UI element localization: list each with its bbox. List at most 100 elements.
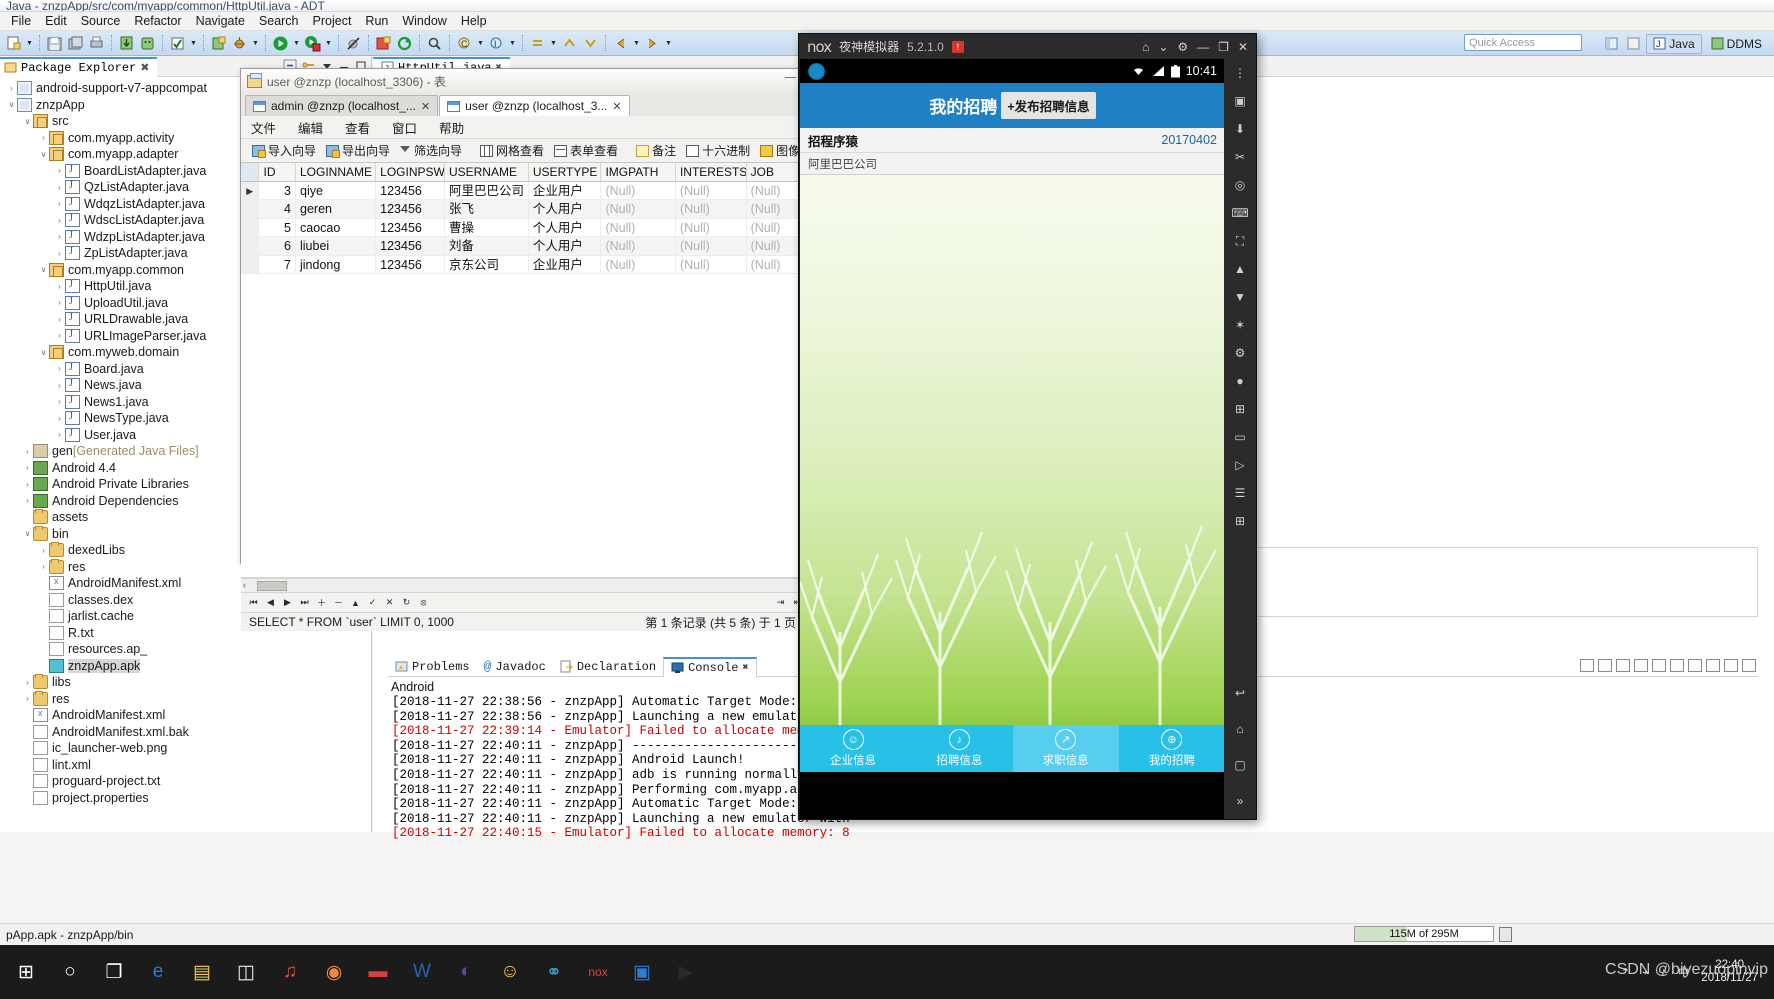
tab-jobseek-info[interactable]: ↗ 求职信息 [1012,725,1119,772]
tree-expand-arrow-icon[interactable]: › [54,315,65,324]
table-cell[interactable]: 7 [259,255,296,273]
tab-company-info[interactable]: ☺ 企业信息 [800,725,906,772]
maximize-console-icon[interactable] [1742,659,1756,672]
table-cell[interactable]: (Null) [601,237,676,255]
tree-expand-arrow-icon[interactable]: › [54,397,65,406]
tree-expand-arrow-icon[interactable]: › [54,199,65,208]
scroll-lock-icon[interactable] [1634,659,1648,672]
stop-button[interactable]: ⦻ [417,596,430,610]
tree-expand-arrow-icon[interactable]: › [22,496,33,505]
table-row[interactable]: 6 liubei 123456 刘备 个人用户 (Null) (Null) (Null) [241,237,804,256]
tree-expand-arrow-icon[interactable]: › [38,562,49,571]
tree-expand-arrow-icon[interactable]: › [54,216,65,225]
multi-instance-icon[interactable]: ⊞ [1229,399,1251,419]
tree-item[interactable]: › libs [2,674,371,691]
table-cell[interactable]: 企业用户 [529,182,602,200]
export-wizard-button[interactable]: 导出向导 [321,140,395,161]
tree-expand-arrow-icon[interactable]: ∨ [22,529,33,538]
save-all-icon[interactable] [66,34,85,53]
edge-icon[interactable]: e [136,947,180,997]
table-cell[interactable]: 4 [259,200,296,218]
perspective-java[interactable]: J Java [1646,33,1702,54]
clear-console-icon[interactable] [1616,659,1630,672]
table-cell[interactable]: 123456 [376,218,445,237]
tree-expand-arrow-icon[interactable]: › [6,84,17,93]
tab-my-recruit[interactable]: ⊕ 我的招聘 [1119,725,1225,772]
recents-icon[interactable]: ▢ [1229,755,1251,775]
table-cell[interactable]: 123456 [376,255,445,273]
grid-column-header[interactable]: ID [259,163,296,181]
heap-status-indicator[interactable]: 115M of 295M [1354,926,1494,942]
console-view-menu-icon[interactable] [1706,659,1720,672]
tab-package-explorer[interactable]: Package Explorer ✖ [0,56,158,77]
run-external-icon[interactable] [303,34,322,53]
tree-item[interactable]: AndroidManifest.xml [2,707,371,724]
tree-item[interactable]: AndroidManifest.xml.bak [2,724,371,741]
scissors-icon[interactable]: ✂ [1229,147,1251,167]
table-row[interactable]: 4 geren 123456 张飞 个人用户 (Null) (Null) (Null) [241,200,804,219]
minimize-icon[interactable]: — [1197,40,1209,54]
tree-expand-arrow-icon[interactable]: › [22,678,33,687]
next-annotation-dropdown-icon[interactable]: ▼ [549,34,558,53]
save-icon[interactable] [45,34,64,53]
tree-expand-arrow-icon[interactable]: ∨ [22,117,33,126]
tree-expand-arrow-icon[interactable]: › [54,166,65,175]
cancel-changes-button[interactable]: ✕ [383,596,396,610]
publish-recruit-button[interactable]: +发布招聘信息 [1001,92,1096,119]
edit-record-button[interactable]: ▲ [349,596,362,610]
table-cell[interactable]: 个人用户 [529,218,602,237]
navicat-icon[interactable]: ▣ [620,947,664,997]
table-cell[interactable]: geren [296,200,377,218]
table-row[interactable]: 7 jindong 123456 京东公司 企业用户 (Null) (Null) (Null) [241,255,804,274]
tree-expand-arrow-icon[interactable]: › [54,364,65,373]
first-record-button[interactable]: ⏮ [247,596,260,610]
menu-file[interactable]: File [4,13,38,29]
minimize-console-icon[interactable] [1724,659,1738,672]
last-record-button[interactable]: ⏭ [298,596,311,610]
goto-end-button[interactable]: ⇥ [774,596,787,610]
eclipse-icon[interactable]: ◐ [444,947,488,997]
navicat-menu-file[interactable]: 文件 [251,118,276,137]
table-cell[interactable]: qiye [296,182,377,200]
table-cell[interactable]: (Null) [747,237,804,255]
debug-dropdown-icon[interactable]: ▼ [251,34,260,53]
table-cell[interactable]: (Null) [601,200,676,218]
minimize-icon[interactable] [785,77,796,78]
music-icon[interactable]: ♫ [268,947,312,997]
tree-item[interactable]: › res [2,690,371,708]
table-cell[interactable]: (Null) [747,200,804,218]
table-cell[interactable]: 曹操 [445,218,529,237]
tree-expand-arrow-icon[interactable]: › [22,480,33,489]
grid-horizontal-scrollbar[interactable]: ‹ [241,578,804,592]
back-nav-dropdown-icon[interactable]: ▼ [632,34,641,53]
location-icon[interactable]: ◎ [1229,175,1251,195]
next-annotation2-icon[interactable] [581,34,600,53]
volume-up-icon[interactable]: ▲ [1229,259,1251,279]
table-cell[interactable]: (Null) [747,218,804,237]
screenshot-icon[interactable]: ▣ [1229,91,1251,111]
scroll-left-icon[interactable]: ‹ [243,580,246,590]
table-row[interactable]: ▶ 3 qiye 123456 阿里巴巴公司 企业用户 (Null) (Null) (Null) [241,182,804,201]
navicat-menu-help[interactable]: 帮助 [439,118,464,137]
table-cell[interactable]: (Null) [676,218,747,237]
tree-expand-arrow-icon[interactable]: ∨ [38,265,49,274]
word-icon[interactable]: W [400,947,444,997]
table-cell[interactable]: caocao [296,218,377,237]
tree-expand-arrow-icon[interactable]: › [54,249,65,258]
record-navigation-bar[interactable]: ⏮◀▶⏭＋－▲✓✕↻⦻⇥⇤ [241,592,804,612]
run-icon[interactable] [271,34,290,53]
grid-column-header[interactable]: JOB [747,163,804,181]
menu-navigate[interactable]: Navigate [189,13,252,29]
grid-column-header[interactable]: LOGINNAME [296,163,377,181]
menu-source[interactable]: Source [74,13,128,29]
menu-help[interactable]: Help [454,13,494,29]
tree-item[interactable]: znzpApp.apk [2,658,371,675]
tree-item[interactable]: project.properties [2,790,371,807]
next-record-button[interactable]: ▶ [281,596,294,610]
folder-icon[interactable]: ▭ [1229,427,1251,447]
grid-column-header[interactable]: IMGPATH [601,163,676,181]
navicat-data-grid[interactable]: ID LOGINNAME LOGINPSW USERNAME USERTYPE IMGPA… [241,163,804,418]
open-console-icon[interactable] [1688,659,1702,672]
tree-expand-arrow-icon[interactable]: ∨ [38,150,49,159]
add-record-button[interactable]: ＋ [315,596,328,610]
